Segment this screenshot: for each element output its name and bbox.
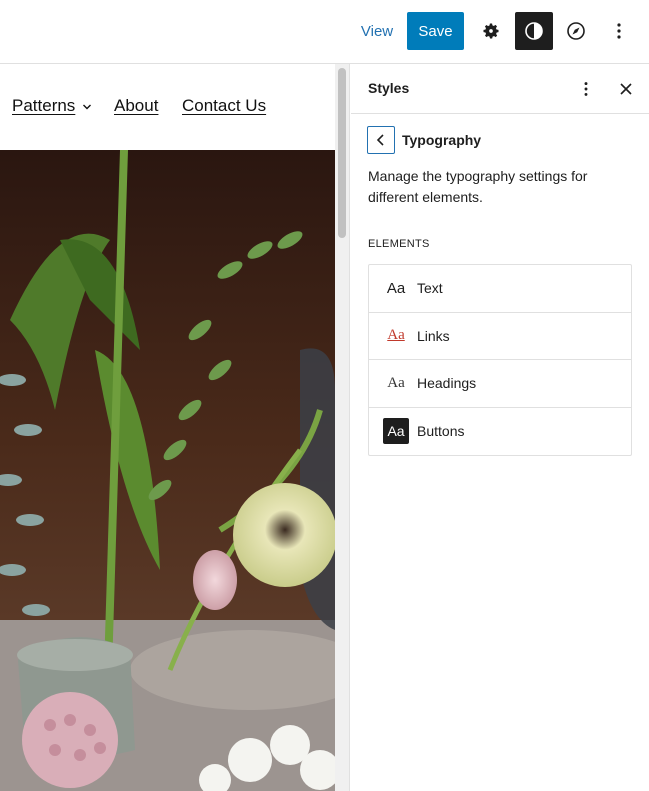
back-button[interactable] [367, 126, 395, 154]
sidebar-options-button[interactable] [573, 76, 599, 102]
nav-item-about[interactable]: About [114, 96, 158, 116]
view-button[interactable]: View [352, 12, 402, 50]
site-navigation: Patterns About Contact Us [0, 64, 335, 150]
section-title: Typography [402, 132, 482, 148]
elements-list: Aa Text Aa Links Aa Headings Aa Buttons [368, 264, 632, 456]
element-label: Links [417, 327, 450, 344]
more-vertical-icon [617, 23, 621, 39]
element-label: Text [417, 280, 443, 297]
sidebar-header: Styles [351, 64, 649, 114]
chevron-down-icon [83, 104, 91, 110]
text-preview-icon: Aa [386, 279, 406, 297]
canvas-scrollbar[interactable] [335, 64, 350, 791]
scrollbar-thumb[interactable] [338, 68, 346, 238]
headings-preview-icon: Aa [387, 374, 405, 391]
settings-button[interactable] [472, 12, 510, 50]
nav-item-patterns[interactable]: Patterns [12, 96, 75, 116]
element-label: Buttons [417, 423, 465, 440]
elements-heading: ELEMENTS [368, 238, 430, 250]
styles-button[interactable] [515, 12, 553, 50]
cover-image[interactable] [0, 150, 335, 791]
styles-contrast-icon [525, 22, 543, 40]
close-sidebar-button[interactable] [613, 76, 639, 102]
buttons-preview-icon: Aa [383, 418, 409, 445]
compass-icon [567, 22, 585, 40]
nav-item-contact-us[interactable]: Contact Us [182, 96, 266, 116]
flower-arrangement-image [0, 150, 335, 791]
close-icon [620, 83, 632, 95]
element-item-links[interactable]: Aa Links [369, 313, 631, 360]
editor-toolbar: View Save [0, 0, 649, 64]
options-button[interactable] [600, 12, 638, 50]
gear-icon [483, 23, 499, 39]
styles-sidebar: Styles Typography Manage the typography … [351, 64, 649, 791]
element-item-headings[interactable]: Aa Headings [369, 360, 631, 408]
element-label: Headings [417, 375, 477, 392]
element-item-buttons[interactable]: Aa Buttons [369, 408, 631, 456]
section-description: Manage the typography settings for diffe… [368, 168, 588, 205]
more-vertical-icon [584, 82, 588, 96]
save-button[interactable]: Save [407, 12, 464, 50]
chevron-left-icon [376, 134, 384, 146]
element-item-text[interactable]: Aa Text [369, 265, 631, 313]
links-preview-icon: Aa [387, 327, 405, 344]
navigation-button[interactable] [557, 12, 595, 50]
editor-canvas[interactable]: Patterns About Contact Us [0, 64, 335, 791]
sidebar-title: Styles [368, 80, 410, 96]
